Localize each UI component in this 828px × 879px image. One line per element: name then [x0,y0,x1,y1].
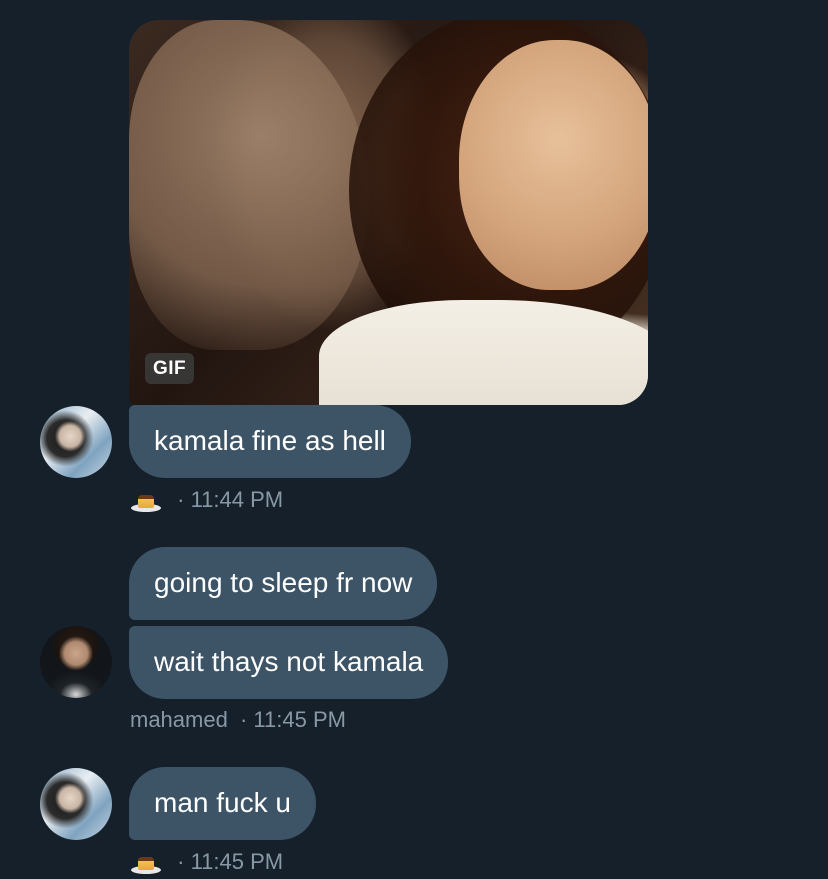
avatar[interactable] [40,626,112,698]
message-meta: · 11:45 PM [131,849,283,875]
meta-dot: · [177,849,185,874]
message-text: kamala fine as hell [154,425,386,456]
avatar[interactable] [40,768,112,840]
message-bubble[interactable]: wait thays not kamala [129,626,449,699]
avatar[interactable] [40,406,112,478]
message-bubble[interactable]: man fuck u [129,767,316,840]
flan-pudding-icon [131,490,161,513]
message-text: wait thays not kamala [154,646,424,677]
message-bubble[interactable]: going to sleep fr now [129,547,438,620]
message-meta: mahamed · 11:45 PM [130,707,346,733]
meta-dot: · [177,487,185,512]
flan-pudding-icon [131,852,161,875]
message-meta: · 11:44 PM [131,487,283,513]
gif-badge: GIF [145,353,195,384]
gif-frame-shirt [319,300,648,405]
sender-name[interactable]: mahamed [130,707,228,732]
meta-dot: · [239,707,248,732]
message-time: 11:45 PM [253,707,346,732]
message-text: going to sleep fr now [154,567,413,598]
gif-frame-face [459,40,648,290]
message-time: 11:44 PM [190,487,284,512]
gif-frame-hand [129,20,369,350]
message-time: 11:45 PM [190,849,284,874]
message-text: man fuck u [154,787,291,818]
message-bubble[interactable]: kamala fine as hell [129,405,411,478]
gif-media[interactable] [129,20,648,405]
